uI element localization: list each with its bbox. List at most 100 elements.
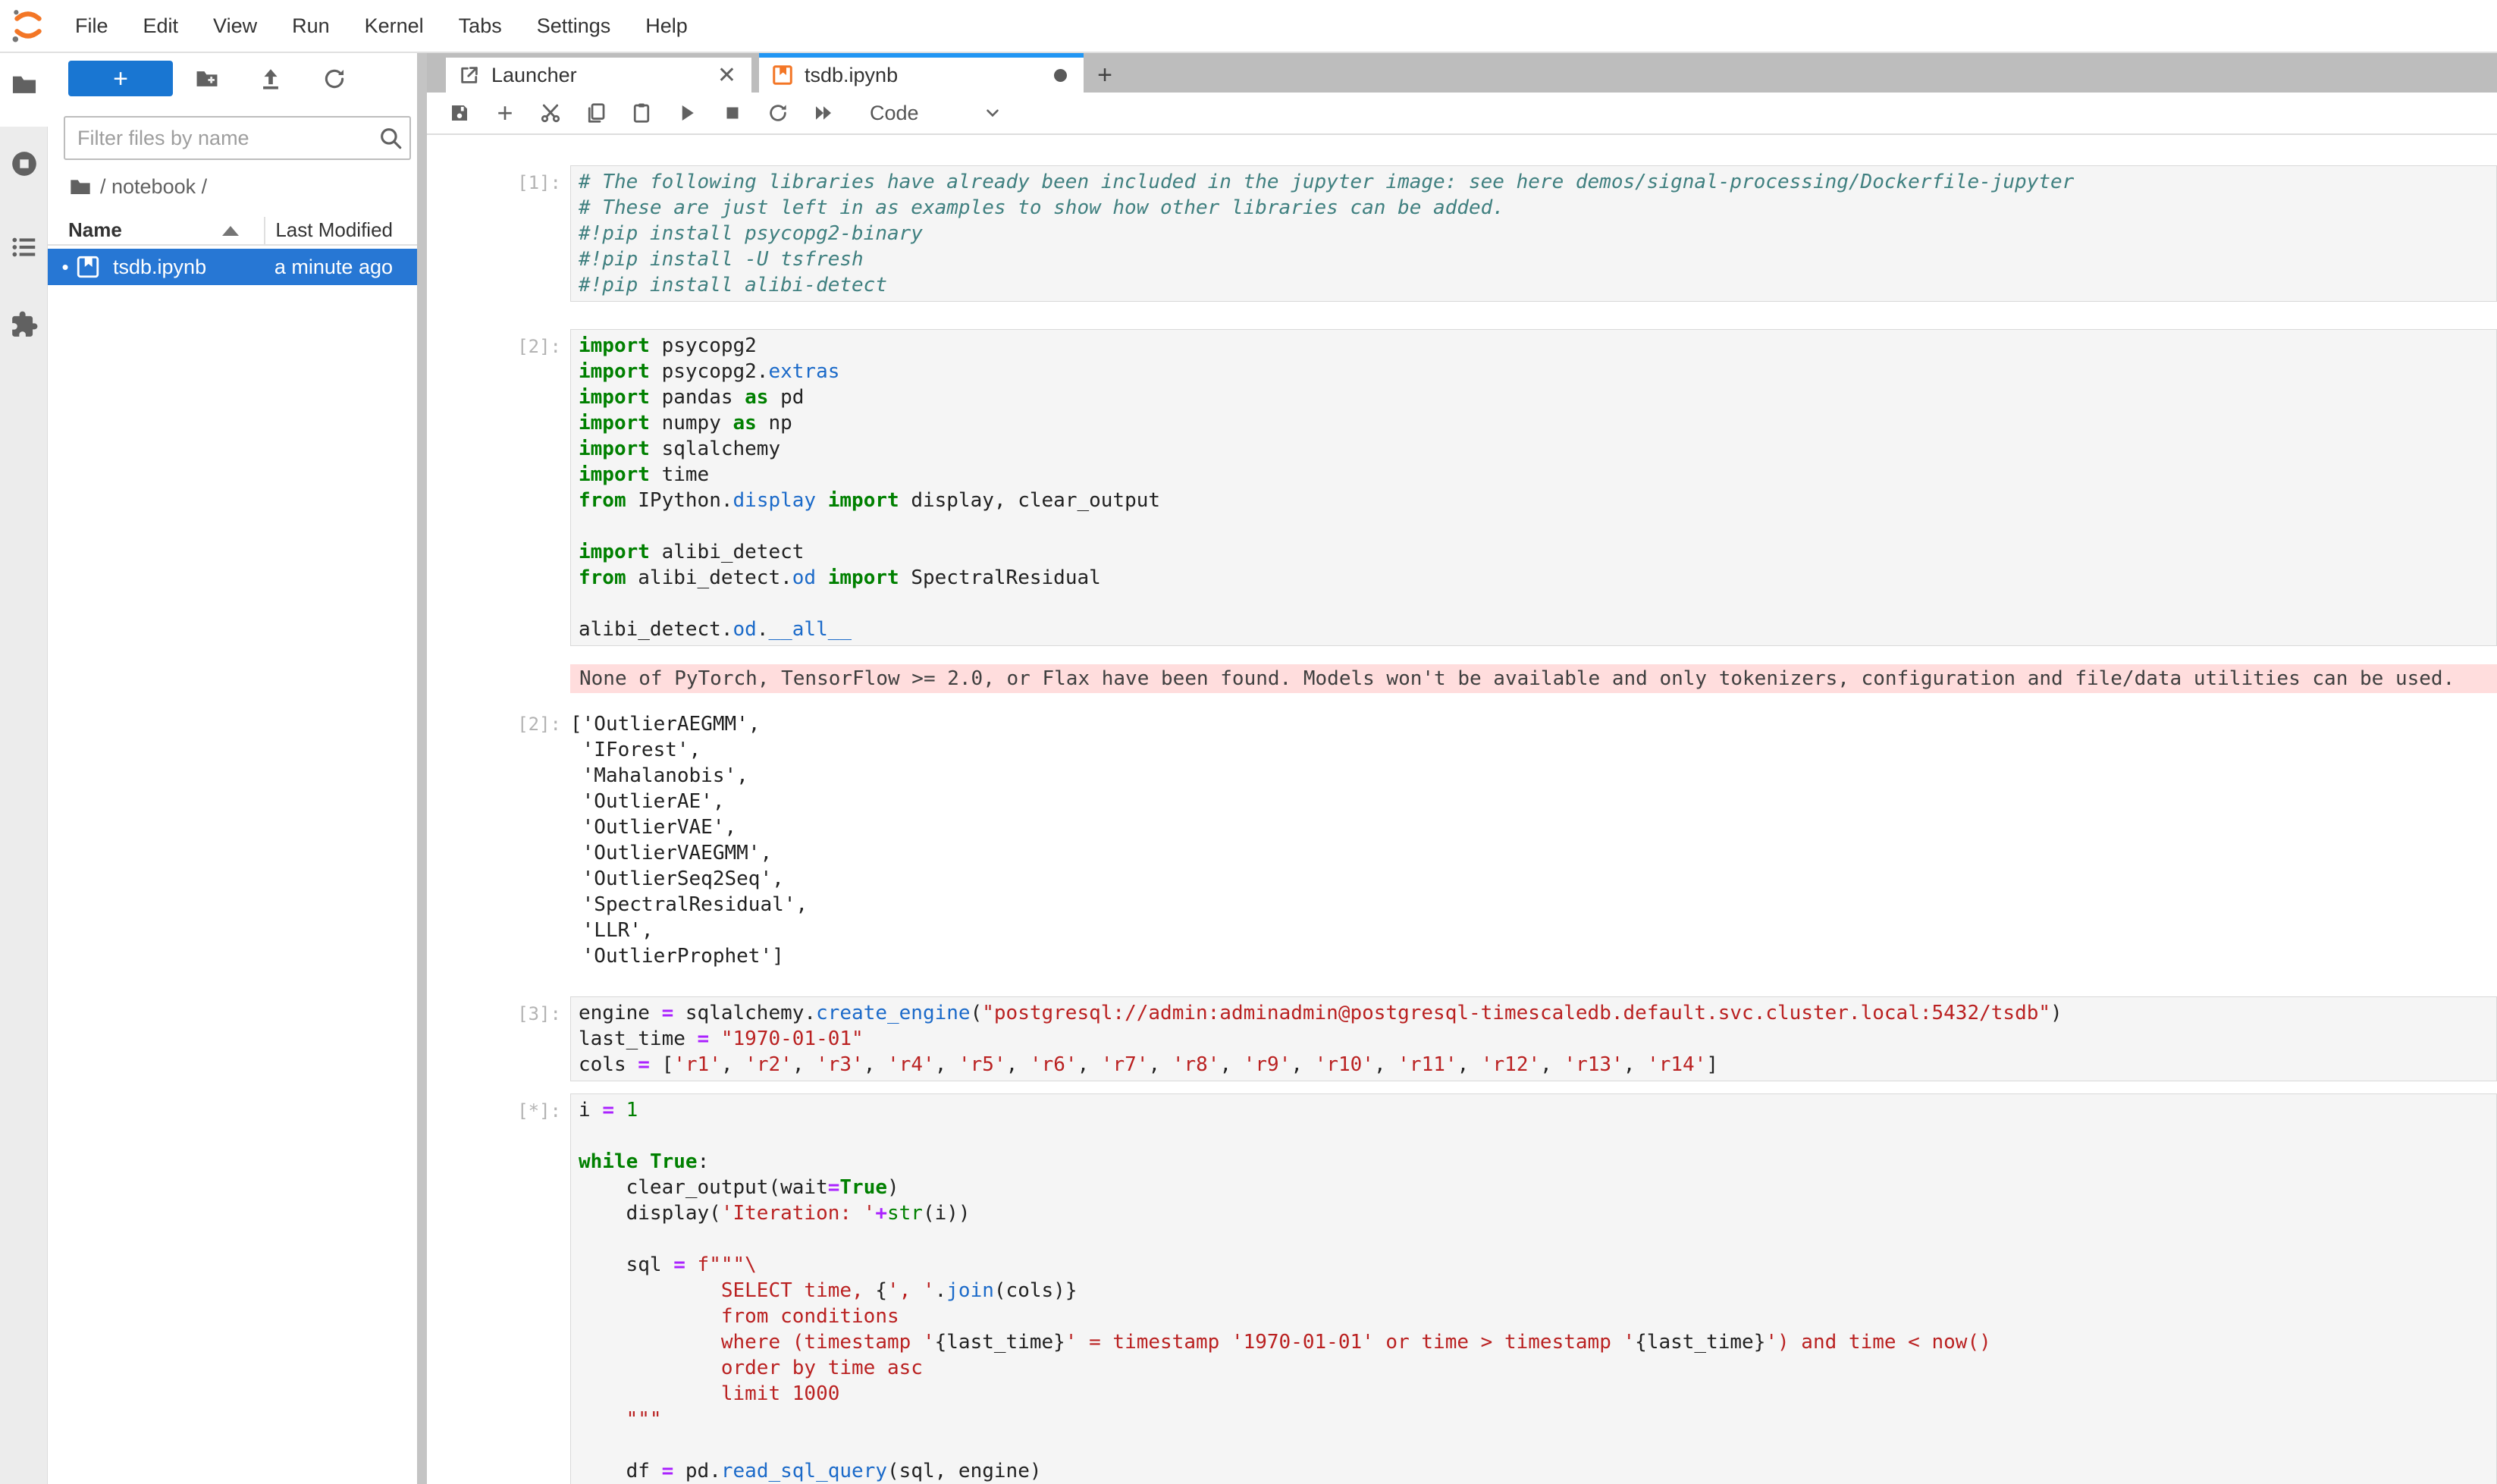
stop-kernel-icon[interactable] <box>720 100 745 126</box>
code-line: import sqlalchemy <box>579 436 2496 462</box>
sidebar-resize-handle[interactable] <box>417 53 427 1484</box>
cell-type-dropdown[interactable]: Code <box>870 102 1002 125</box>
cell-input-area[interactable]: [3]: engine = sqlalchemy.create_engine("p… <box>427 996 2497 1081</box>
output-line: 'OutlierVAEGMM', <box>570 840 2497 866</box>
restart-kernel-icon[interactable] <box>765 100 791 126</box>
output-text: ['OutlierAEGMM', 'IForest', 'Mahalanobis… <box>570 707 2497 969</box>
file-name: tsdb.ipynb <box>113 256 206 279</box>
code-line: where (timestamp '{last_time}' = timesta… <box>579 1329 2496 1355</box>
notebook-scroll-area[interactable]: [1]: # The following libraries have alrea… <box>427 136 2497 1484</box>
tab-launcher[interactable]: Launcher ✕ <box>446 58 751 93</box>
code-line: display('Iteration: '+str(i)) <box>579 1200 2496 1226</box>
code-line <box>579 1432 2496 1458</box>
cell-input-area[interactable]: [2]:import psycopg2import psycopg2.extra… <box>427 329 2497 646</box>
code-line: # These are just left in as examples to … <box>579 195 2496 221</box>
cell-input-area[interactable]: [*]:i = 1 while True: clear_output(wait=… <box>427 1093 2497 1484</box>
extension-manager-icon[interactable] <box>0 308 48 341</box>
close-tab-icon[interactable]: ✕ <box>714 62 739 89</box>
code-line: #!pip install alibi-detect <box>579 272 2496 298</box>
code-line: i = 1 <box>579 1097 2496 1123</box>
code-line: import time <box>579 462 2496 488</box>
unsaved-changes-dot-icon[interactable] <box>1054 69 1067 82</box>
code-line: cols = ['r1', 'r2', 'r3', 'r4', 'r5', 'r… <box>579 1052 2496 1078</box>
cell-code-editor[interactable]: engine = sqlalchemy.create_engine("postg… <box>570 996 2497 1081</box>
restart-run-all-icon[interactable] <box>811 100 836 126</box>
breadcrumb-path: / notebook / <box>100 175 207 199</box>
code-line: while True: <box>579 1149 2496 1175</box>
output-line: 'Mahalanobis', <box>570 763 2497 789</box>
filter-files-input[interactable] <box>65 127 372 150</box>
new-launcher-button[interactable]: + <box>68 61 173 96</box>
code-line: from IPython.display import display, cle… <box>579 488 2496 513</box>
code-line: from conditions <box>579 1304 2496 1329</box>
new-folder-icon[interactable] <box>192 64 222 94</box>
menu-bar: File Edit View Run Kernel Tabs Settings … <box>0 0 2497 53</box>
menu-view[interactable]: View <box>196 0 274 52</box>
code-line <box>579 591 2496 617</box>
code-line: """ <box>579 1407 2496 1432</box>
menu-kernel[interactable]: Kernel <box>347 0 441 52</box>
code-line: alibi_detect.od.__all__ <box>579 617 2496 642</box>
code-line: #!pip install -U tsfresh <box>579 246 2496 272</box>
cell-code-editor[interactable]: i = 1 while True: clear_output(wait=True… <box>570 1093 2497 1484</box>
code-line: from alibi_detect.od import SpectralResi… <box>579 565 2496 591</box>
tab-notebook[interactable]: tsdb.ipynb <box>759 53 1084 93</box>
code-line: clear_output(wait=True) <box>579 1175 2496 1200</box>
new-tab-button[interactable]: + <box>1084 58 1126 93</box>
menu-run[interactable]: Run <box>274 0 347 52</box>
file-listing-header: Name Last Modified <box>48 217 417 246</box>
tab-launcher-label: Launcher <box>491 64 577 87</box>
file-browser-panel: + / notebook / Name Last Modified • <box>48 55 417 1484</box>
code-line <box>579 1226 2496 1252</box>
code-line: import numpy as np <box>579 410 2496 436</box>
home-folder-icon <box>68 174 93 199</box>
file-browser-icon[interactable] <box>0 67 48 101</box>
menu-settings[interactable]: Settings <box>519 0 629 52</box>
cell-code-editor[interactable]: # The following libraries have already b… <box>570 165 2497 302</box>
cell-input-area[interactable]: [1]: # The following libraries have alrea… <box>427 165 2497 302</box>
code-line: sql = f"""\ <box>579 1252 2496 1278</box>
code-line: SELECT time, {', '.join(cols)} <box>579 1278 2496 1304</box>
output-line: 'LLR', <box>570 918 2497 943</box>
save-icon[interactable] <box>447 100 472 126</box>
cell-execution-prompt: [1]: <box>427 165 570 302</box>
cell-execution-prompt: [3]: <box>427 996 570 1081</box>
breadcrumb[interactable]: / notebook / <box>68 174 207 199</box>
column-header-last-modified[interactable]: Last Modified <box>275 217 393 243</box>
tab-bar: Launcher ✕ tsdb.ipynb + <box>427 53 2497 93</box>
copy-cell-icon[interactable] <box>583 100 609 126</box>
menu-file[interactable]: File <box>58 0 126 52</box>
code-line: # The following libraries have already b… <box>579 169 2496 195</box>
code-line: engine = sqlalchemy.create_engine("postg… <box>579 1000 2496 1026</box>
output-prompt: [2]: <box>427 707 570 969</box>
column-divider <box>264 217 265 244</box>
stderr-output: None of PyTorch, TensorFlow >= 2.0, or F… <box>570 664 2497 693</box>
cell-execution-prompt: [2]: <box>427 329 570 646</box>
execute-result: [2]:['OutlierAEGMM', 'IForest', 'Mahalan… <box>427 707 2497 969</box>
notebook-cell: [3]: engine = sqlalchemy.create_engine("p… <box>427 996 2497 1081</box>
upload-icon[interactable] <box>256 64 286 94</box>
code-line: import alibi_detect <box>579 539 2496 565</box>
notebook-tab-icon <box>771 64 794 86</box>
running-sessions-icon[interactable] <box>0 147 48 180</box>
output-line: 'OutlierProphet'] <box>570 943 2497 969</box>
file-row-selected[interactable]: • tsdb.ipynb a minute ago <box>48 249 417 285</box>
menu-tabs[interactable]: Tabs <box>441 0 519 52</box>
refresh-icon[interactable] <box>319 64 350 94</box>
paste-cell-icon[interactable] <box>629 100 654 126</box>
table-of-contents-icon[interactable] <box>0 231 48 264</box>
code-line: order by time asc <box>579 1355 2496 1381</box>
add-cell-icon[interactable]: + <box>492 100 518 126</box>
run-cell-icon[interactable] <box>674 100 700 126</box>
cut-cell-icon[interactable] <box>538 100 563 126</box>
column-header-name[interactable]: Name <box>68 217 122 243</box>
cell-code-editor[interactable]: import psycopg2import psycopg2.extrasimp… <box>570 329 2497 646</box>
notebook-cell: [*]:i = 1 while True: clear_output(wait=… <box>427 1093 2497 1484</box>
cell-type-value: Code <box>870 102 919 125</box>
menu-help[interactable]: Help <box>628 0 705 52</box>
search-icon <box>372 125 409 151</box>
code-line <box>579 513 2496 539</box>
notebook-cell: [2]:import psycopg2import psycopg2.extra… <box>427 329 2497 969</box>
notebook-cell: [1]: # The following libraries have alrea… <box>427 165 2497 302</box>
menu-edit[interactable]: Edit <box>126 0 196 52</box>
